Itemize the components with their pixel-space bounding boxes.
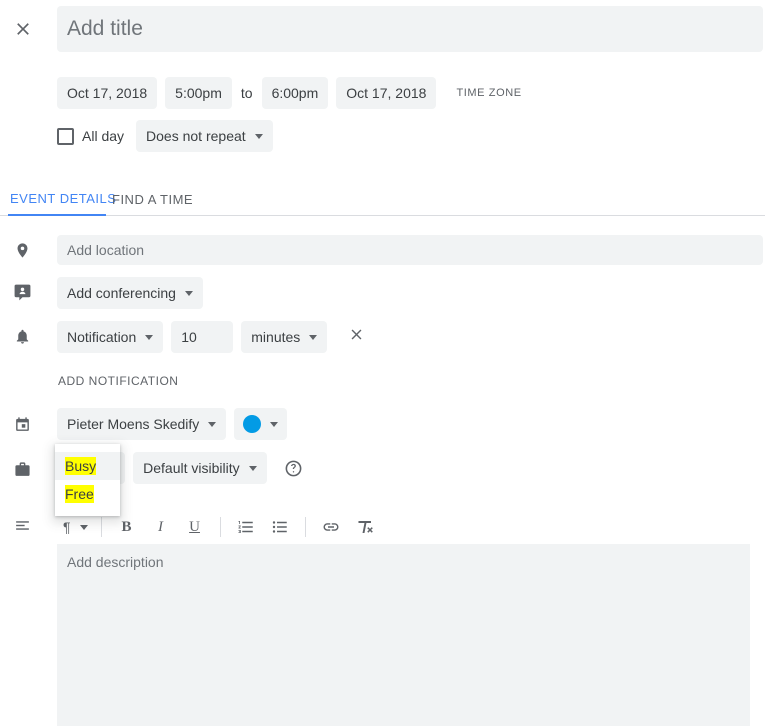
calendar-icon: [10, 412, 34, 436]
briefcase-icon: [10, 457, 34, 481]
editor-tabs: EVENT DETAILS FIND A TIME: [0, 182, 765, 216]
calendar-owner-dropdown[interactable]: Pieter Moens Skedify: [57, 408, 226, 440]
toolbar-divider: [101, 517, 102, 537]
location-pin-icon: [10, 238, 34, 262]
repeat-dropdown[interactable]: Does not repeat: [136, 120, 273, 152]
add-notification-button[interactable]: ADD NOTIFICATION: [58, 374, 178, 388]
allday-repeat-row: All day Does not repeat: [57, 120, 273, 152]
description-placeholder: Add description: [67, 554, 164, 570]
remove-formatting-button[interactable]: [349, 512, 381, 542]
italic-icon: I: [158, 519, 163, 536]
menu-item-free-label: Free: [65, 485, 94, 503]
visibility-value: Default visibility: [143, 461, 239, 475]
italic-button[interactable]: I: [145, 512, 177, 542]
notification-unit-dropdown[interactable]: minutes: [241, 321, 327, 353]
chevron-down-icon: [309, 335, 317, 340]
notification-unit-label: minutes: [251, 330, 300, 344]
close-icon: [13, 19, 33, 39]
menu-item-busy-label: Busy: [65, 457, 96, 475]
chevron-down-icon: [145, 335, 153, 340]
clear-formatting-icon: [356, 518, 374, 536]
repeat-value: Does not repeat: [146, 129, 246, 143]
tab-find-a-time[interactable]: FIND A TIME: [112, 182, 193, 216]
underline-icon: U: [189, 519, 200, 536]
start-date-field[interactable]: Oct 17, 2018: [57, 77, 157, 109]
bulleted-list-icon: [271, 518, 289, 536]
description-lines-icon: [10, 513, 34, 537]
description-toolbar: ¶ B I U: [57, 510, 750, 544]
time-zone-button[interactable]: TIME ZONE: [444, 87, 521, 99]
close-icon: [348, 326, 365, 348]
event-title-placeholder: Add title: [67, 17, 143, 41]
notification-type-label: Notification: [67, 330, 136, 344]
to-label: to: [240, 85, 254, 101]
event-editor-page: Add title Oct 17, 2018 5:00pm to 6:00pm …: [0, 0, 765, 726]
remove-notification-button[interactable]: [343, 324, 369, 350]
toolbar-divider: [220, 517, 221, 537]
datetime-row: Oct 17, 2018 5:00pm to 6:00pm Oct 17, 20…: [57, 77, 522, 109]
numbered-list-button[interactable]: [230, 512, 262, 542]
start-time-value: 5:00pm: [175, 86, 222, 100]
format-style-button[interactable]: ¶: [57, 513, 92, 541]
bulleted-list-button[interactable]: [264, 512, 296, 542]
underline-button[interactable]: U: [179, 512, 211, 542]
chevron-down-icon: [80, 525, 88, 530]
location-input[interactable]: Add location: [57, 235, 763, 265]
start-time-field[interactable]: 5:00pm: [165, 77, 232, 109]
notification-type-dropdown[interactable]: Notification: [57, 321, 163, 353]
chevron-down-icon: [185, 291, 193, 296]
toolbar-divider: [305, 517, 306, 537]
busy-free-menu: Busy Free: [55, 444, 120, 516]
numbered-list-icon: [237, 518, 255, 536]
notification-amount-input[interactable]: 10: [171, 321, 233, 353]
description-input[interactable]: Add description: [57, 544, 750, 726]
bold-icon: B: [122, 519, 132, 536]
all-day-checkbox[interactable]: [57, 128, 74, 145]
calendar-owner-label: Pieter Moens Skedify: [67, 417, 199, 431]
tab-event-details-label: EVENT DETAILS: [10, 191, 116, 206]
event-title-input[interactable]: Add title: [57, 6, 763, 52]
chevron-down-icon: [249, 466, 257, 471]
end-time-value: 6:00pm: [272, 86, 319, 100]
end-time-field[interactable]: 6:00pm: [262, 77, 329, 109]
notification-row: Notification 10 minutes: [57, 321, 369, 353]
tab-event-details[interactable]: EVENT DETAILS: [8, 182, 106, 216]
all-day-label: All day: [82, 128, 124, 144]
close-dialog-button[interactable]: [8, 14, 38, 44]
chevron-down-icon: [208, 422, 216, 427]
color-dot-icon: [243, 415, 261, 433]
bell-icon: [10, 324, 34, 348]
insert-link-button[interactable]: [315, 512, 347, 542]
help-circle-icon[interactable]: [283, 457, 305, 479]
add-conferencing-label: Add conferencing: [67, 286, 176, 300]
visibility-dropdown[interactable]: Default visibility: [133, 452, 266, 484]
end-date-value: Oct 17, 2018: [346, 86, 426, 100]
start-date-value: Oct 17, 2018: [67, 86, 147, 100]
calendar-owner-row: Pieter Moens Skedify: [57, 408, 287, 440]
chevron-down-icon: [270, 422, 278, 427]
event-color-dropdown[interactable]: [234, 408, 287, 440]
link-icon: [322, 518, 340, 536]
location-placeholder: Add location: [67, 242, 144, 258]
bold-button[interactable]: B: [111, 512, 143, 542]
menu-item-free[interactable]: Free: [55, 480, 120, 508]
paragraph-icon: ¶: [63, 519, 71, 535]
add-conferencing-dropdown[interactable]: Add conferencing: [57, 277, 203, 309]
end-date-field[interactable]: Oct 17, 2018: [336, 77, 436, 109]
notification-amount-value: 10: [181, 329, 197, 345]
chevron-down-icon: [255, 134, 263, 139]
tab-find-a-time-label: FIND A TIME: [112, 192, 193, 207]
conferencing-icon: [10, 280, 34, 304]
menu-item-busy[interactable]: Busy: [55, 452, 120, 480]
